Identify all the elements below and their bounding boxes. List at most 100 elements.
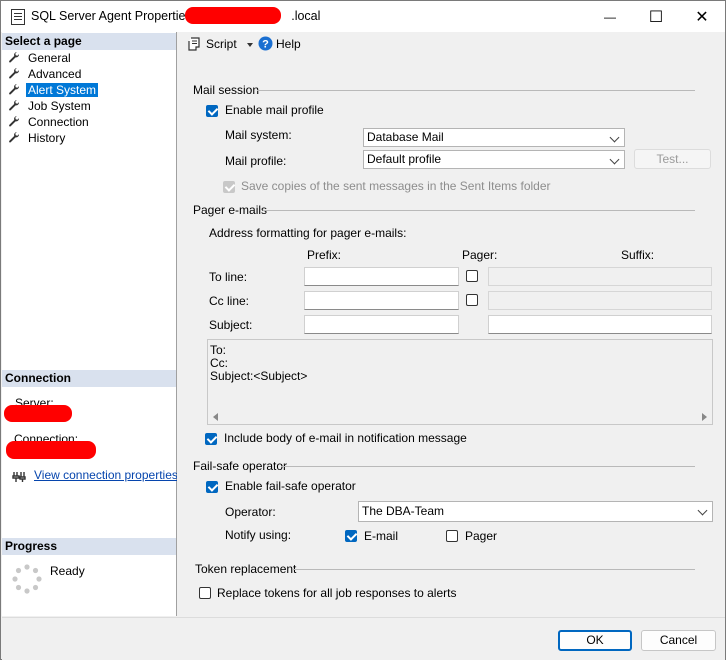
script-icon [188,37,200,51]
operator-select[interactable]: The DBA-Team [358,501,713,522]
page-history-label: History [28,131,66,145]
include-body-checkbox[interactable] [205,433,217,445]
minimize-button[interactable]: — [587,1,633,32]
window-title-suffix: .local [291,9,321,23]
connection-icon [12,472,26,482]
to-line-label: To line: [209,270,248,284]
notify-email-checkbox[interactable] [345,530,357,542]
to-line-prefix-input[interactable] [304,267,459,286]
page-advanced[interactable]: Advanced [8,67,83,82]
wrench-icon [9,52,20,63]
enable-mail-profile-label: Enable mail profile [225,103,324,117]
chevron-down-icon [697,505,708,516]
svg-text:?: ? [262,39,269,51]
preview-lines: To: Cc: Subject:<Subject> [210,344,307,383]
cc-line-suffix-input[interactable] [488,291,712,310]
alert-system-page: Mail session Enable mail profile Mail sy… [177,59,725,616]
token-title: Token replacement [195,562,297,576]
subject-prefix-input[interactable] [304,315,459,334]
scroll-right-icon[interactable] [702,413,707,421]
test-button[interactable]: Test... [634,149,711,169]
pager-emails-title: Pager e-mails [193,203,268,217]
wrench-icon [9,132,20,143]
preview-horizontal-scrollbar[interactable] [208,409,712,424]
script-button[interactable]: Script [206,37,237,51]
script-dropdown-icon[interactable] [247,43,253,47]
pager-emails-divider [263,210,695,211]
progress-header: Progress [2,538,176,555]
notify-using-label: Notify using: [225,528,292,542]
wrench-icon [9,116,20,127]
mail-system-value: Database Mail [367,130,444,144]
progress-status: Ready [50,564,85,578]
page-history[interactable]: History [8,131,67,146]
redacted-server-name [185,7,281,24]
progress-spinner-icon [12,564,42,594]
save-copies-label: Save copies of the sent messages in the … [241,179,551,193]
page-general[interactable]: General [8,51,73,66]
subject-suffix-input[interactable] [488,315,712,334]
redacted-connection [6,441,96,459]
page-connection[interactable]: Connection [8,115,91,130]
select-page-header: Select a page [2,33,176,50]
to-line-pager-checkbox[interactable] [466,270,478,282]
title-bar: SQL Server Agent Properties .local — ☐ ✕ [1,1,725,32]
mail-system-label: Mail system: [225,128,292,142]
mail-profile-value: Default profile [367,152,442,166]
scroll-left-icon[interactable] [213,413,218,421]
notify-pager-label: Pager [465,529,498,543]
failsafe-title: Fail-safe operator [193,459,288,473]
mail-system-select[interactable]: Database Mail [363,128,625,147]
window-icon [11,9,25,25]
page-connection-label: Connection [28,115,89,129]
toolbar: Script ? Help [177,32,725,59]
include-body-label: Include body of e-mail in notification m… [224,431,467,445]
preview-subject: Subject:<Subject> [210,369,308,383]
token-divider [293,569,695,570]
operator-value: The DBA-Team [362,504,445,518]
prefix-header: Prefix: [307,248,342,262]
close-button[interactable]: ✕ [679,1,725,32]
cc-line-label: Cc line: [209,294,250,308]
to-line-suffix-input[interactable] [488,267,712,286]
connection-header: Connection [2,370,176,387]
page-alert-system[interactable]: Alert System [8,83,99,98]
notify-email-label: E-mail [364,529,399,543]
help-icon: ? [258,36,273,51]
enable-failsafe-checkbox[interactable] [206,481,218,493]
notify-pager-checkbox[interactable] [446,530,458,542]
replace-tokens-checkbox[interactable] [199,587,211,599]
page-job-system-label: Job System [28,99,91,113]
page-alert-system-label: Alert System [26,83,99,97]
maximize-button[interactable]: ☐ [633,1,679,32]
help-button[interactable]: Help [276,37,301,51]
cc-line-pager-checkbox[interactable] [466,294,478,306]
mail-profile-select[interactable]: Default profile [363,150,625,169]
enable-failsafe-label: Enable fail-safe operator [225,479,356,493]
chevron-down-icon [609,132,620,143]
mail-session-title: Mail session [193,83,260,97]
mail-profile-label: Mail profile: [225,154,287,168]
wrench-icon [9,68,20,79]
cc-line-prefix-input[interactable] [304,291,459,310]
dialog-window: SQL Server Agent Properties .local — ☐ ✕… [0,0,726,660]
ok-button[interactable]: OK [558,630,632,651]
view-connection-properties-link[interactable]: View connection properties [34,468,178,482]
mail-session-divider [257,90,695,91]
dialog-footer: OK Cancel [2,617,725,660]
cancel-button[interactable]: Cancel [641,630,716,651]
page-general-label: General [28,51,71,65]
failsafe-divider [281,466,695,467]
subject-label: Subject: [209,318,253,332]
enable-mail-profile-checkbox[interactable] [206,105,218,117]
replace-tokens-label: Replace tokens for all job responses to … [217,586,457,600]
save-copies-checkbox[interactable] [223,181,235,193]
window-title-prefix: SQL Server Agent Properties [31,9,192,23]
wrench-icon [9,84,20,95]
page-job-system[interactable]: Job System [8,99,93,114]
redacted-server [4,405,72,422]
address-preview-box: To: Cc: Subject:<Subject> [207,339,713,425]
chevron-down-icon [609,154,620,165]
left-panel: Select a page General Advanced Alert Sys… [2,32,178,616]
page-advanced-label: Advanced [28,67,82,81]
